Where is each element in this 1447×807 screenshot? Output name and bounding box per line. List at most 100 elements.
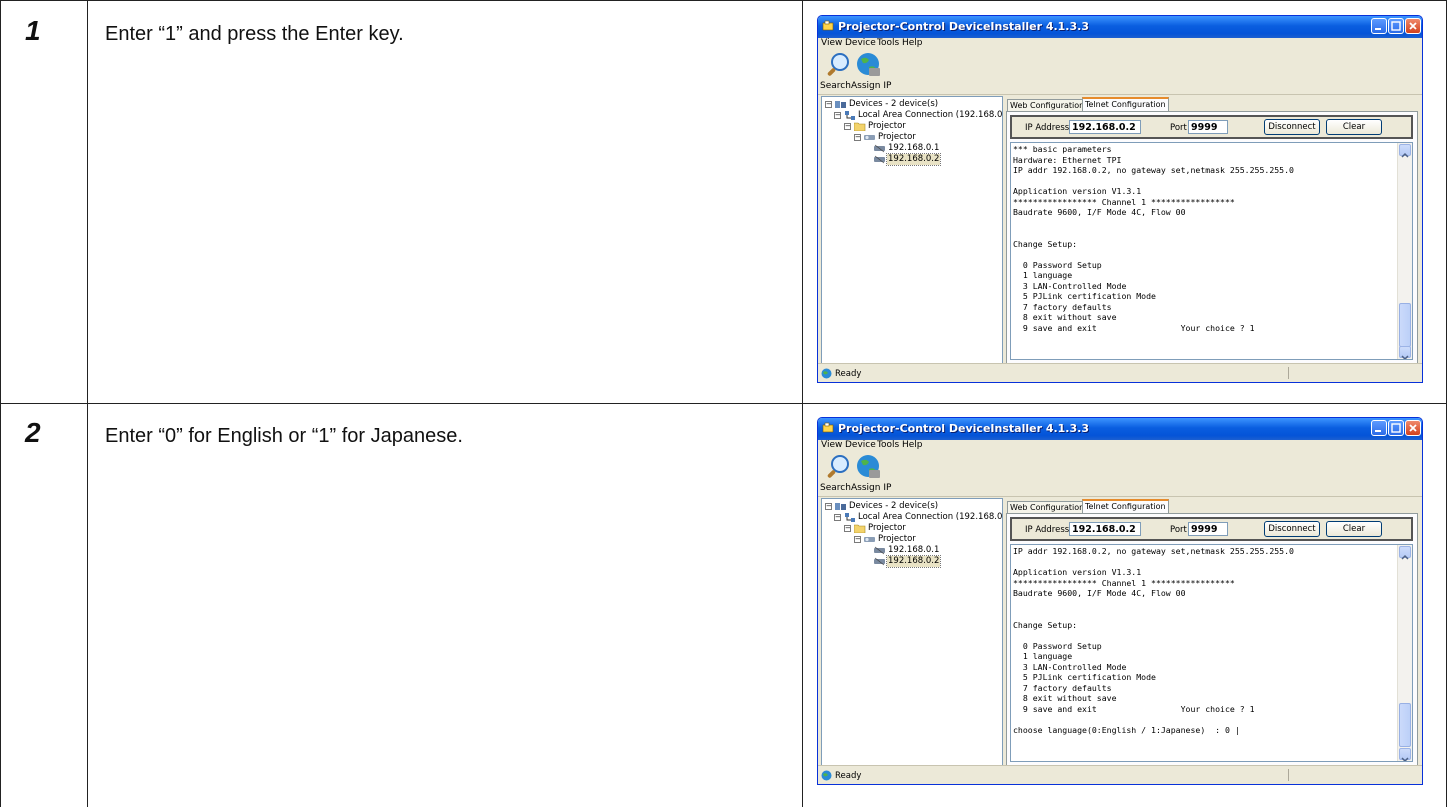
devices-icon xyxy=(835,503,846,510)
terminal-scrollbar[interactable] xyxy=(1397,143,1412,359)
tree-ip-2[interactable]: 192.168.0.2 xyxy=(885,153,942,166)
tree-connection[interactable]: Local Area Connection (192.168.0.51) xyxy=(858,512,1002,523)
app-icon xyxy=(822,422,834,433)
terminal-line: 3 LAN-Controlled Mode xyxy=(1013,661,1127,672)
collapse-toggle[interactable]: − xyxy=(834,514,841,521)
menu-view[interactable]: View xyxy=(821,38,842,48)
disconnect-button[interactable]: Disconnect xyxy=(1264,119,1320,135)
terminal-line: IP addr 192.168.0.2, no gateway set,netm… xyxy=(1013,546,1294,556)
ip-device-icon xyxy=(874,557,885,566)
chevron-down-icon xyxy=(1401,757,1409,761)
close-button[interactable] xyxy=(1405,18,1421,34)
terminal-line: ***************** Channel 1 ************… xyxy=(1013,196,1235,207)
terminal-line: Hardware: Ethernet TPI xyxy=(1013,154,1122,165)
scroll-down-button[interactable] xyxy=(1399,748,1411,761)
status-text: Ready xyxy=(835,369,862,379)
port-field[interactable]: 9999 xyxy=(1188,522,1228,536)
terminal-line: 9 save and exit Your choice ? 1 xyxy=(1013,703,1255,714)
disconnect-button[interactable]: Disconnect xyxy=(1264,521,1320,537)
tree-connection[interactable]: Local Area Connection (192.168.0.51) xyxy=(858,110,1002,121)
step-number-cell: 1 xyxy=(1,1,88,403)
tree-device[interactable]: Projector xyxy=(878,132,916,143)
menu-help[interactable]: Help xyxy=(902,38,923,48)
devices-icon xyxy=(835,101,846,108)
step-text-cell: Enter “1” and press the Enter key. xyxy=(88,1,803,403)
assign-ip-button[interactable]: Assign IP xyxy=(851,453,891,495)
menu-help[interactable]: Help xyxy=(902,440,923,450)
minimize-button[interactable] xyxy=(1371,420,1387,436)
connection-bar: IP Address 192.168.0.2 Port 9999 Disconn… xyxy=(1010,115,1413,139)
terminal-line: 0 Password Setup xyxy=(1013,259,1102,270)
clear-button[interactable]: Clear xyxy=(1326,521,1382,537)
tree-ip-2[interactable]: 192.168.0.2 xyxy=(885,555,942,568)
port-field[interactable]: 9999 xyxy=(1188,120,1228,134)
collapse-toggle[interactable]: − xyxy=(844,525,851,532)
collapse-toggle[interactable]: − xyxy=(844,123,851,130)
close-icon xyxy=(1409,22,1417,30)
magnifier-icon xyxy=(827,53,849,76)
assign-ip-button[interactable]: Assign IP xyxy=(851,51,891,93)
title-bar: Projector-Control DeviceInstaller 4.1.3.… xyxy=(818,16,1422,38)
scroll-down-button[interactable] xyxy=(1399,346,1411,359)
window-title: Projector-Control DeviceInstaller 4.1.3.… xyxy=(838,20,1089,33)
menu-device[interactable]: Device xyxy=(845,440,876,450)
menu-device[interactable]: Device xyxy=(845,38,876,48)
search-label: Search xyxy=(820,81,851,91)
collapse-toggle[interactable]: − xyxy=(825,503,832,510)
terminal-lines: IP addr 192.168.0.2, no gateway set,netm… xyxy=(1013,546,1294,735)
terminal-output[interactable]: IP addr 192.168.0.2, no gateway set,netm… xyxy=(1010,544,1413,762)
tree-folder[interactable]: Projector xyxy=(868,523,906,534)
collapse-toggle[interactable]: − xyxy=(854,536,861,543)
step-number-cell: 2 xyxy=(1,403,88,807)
tree-ip-1[interactable]: 192.168.0.1 xyxy=(888,143,939,154)
minimize-button[interactable] xyxy=(1371,18,1387,34)
terminal-line: 5 PJLink certification Mode xyxy=(1013,291,1156,301)
scroll-up-button[interactable] xyxy=(1399,546,1411,560)
maximize-icon xyxy=(1391,423,1401,433)
network-icon xyxy=(845,111,855,120)
step-number: 2 xyxy=(25,417,41,448)
chevron-up-icon xyxy=(1401,152,1409,158)
tree-ip-1[interactable]: 192.168.0.1 xyxy=(888,545,939,556)
step-text-cell: Enter “0” for English or “1” for Japanes… xyxy=(88,403,803,807)
app-window: Projector-Control DeviceInstaller 4.1.3.… xyxy=(817,417,1423,785)
device-tree[interactable]: − Devices - 2 device(s) − Local Area Con… xyxy=(821,96,1003,364)
globe-icon xyxy=(857,455,880,478)
terminal-scrollbar[interactable] xyxy=(1397,545,1412,761)
tree-root[interactable]: Devices - 2 device(s) xyxy=(849,99,938,110)
maximize-button[interactable] xyxy=(1388,18,1404,34)
menu-bar: View Device Tools Help xyxy=(818,38,1422,50)
collapse-toggle[interactable]: − xyxy=(834,112,841,119)
ip-address-field[interactable]: 192.168.0.2 xyxy=(1069,120,1141,134)
maximize-button[interactable] xyxy=(1388,420,1404,436)
collapse-toggle[interactable]: − xyxy=(854,134,861,141)
step-instruction: Enter “0” for English or “1” for Japanes… xyxy=(105,425,463,447)
terminal-line: 5 PJLink certification Mode xyxy=(1013,672,1156,682)
step-number: 1 xyxy=(25,15,41,46)
menu-view[interactable]: View xyxy=(821,440,842,450)
tree-folder[interactable]: Projector xyxy=(868,121,906,132)
tree-device[interactable]: Projector xyxy=(878,534,916,545)
menu-tools[interactable]: Tools xyxy=(877,38,899,48)
device-tree[interactable]: − Devices - 2 device(s) − Local Area Con… xyxy=(821,498,1003,766)
title-bar: Projector-Control DeviceInstaller 4.1.3.… xyxy=(818,418,1422,440)
close-button[interactable] xyxy=(1405,420,1421,436)
step-row: 2 Enter “0” for English or “1” for Japan… xyxy=(1,403,1447,807)
scroll-up-button[interactable] xyxy=(1399,144,1411,158)
folder-icon xyxy=(854,122,866,131)
terminal-output[interactable]: *** basic parameters Hardware: Ethernet T… xyxy=(1010,142,1413,360)
tree-root[interactable]: Devices - 2 device(s) xyxy=(849,501,938,512)
menu-tools[interactable]: Tools xyxy=(877,440,899,450)
menu-bar: View Device Tools Help xyxy=(818,440,1422,452)
ip-address-field[interactable]: 192.168.0.2 xyxy=(1069,522,1141,536)
scroll-thumb[interactable] xyxy=(1399,303,1411,347)
status-divider xyxy=(1288,769,1289,781)
scroll-thumb[interactable] xyxy=(1399,703,1411,747)
clear-button[interactable]: Clear xyxy=(1326,119,1382,135)
collapse-toggle[interactable]: − xyxy=(825,101,832,108)
terminal-line: 7 factory defaults xyxy=(1013,682,1112,693)
